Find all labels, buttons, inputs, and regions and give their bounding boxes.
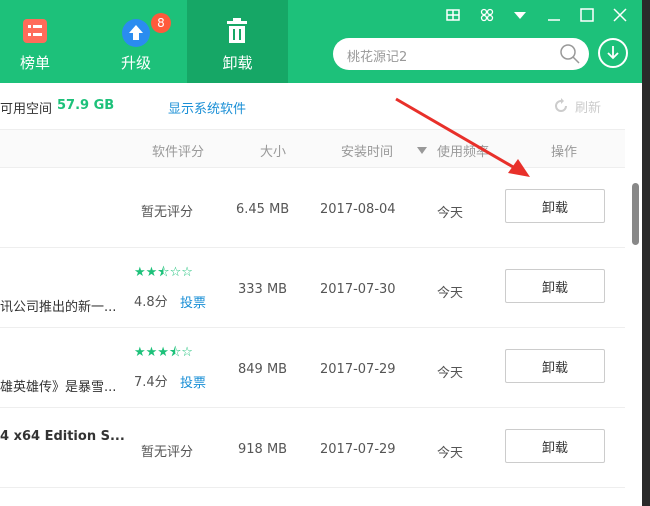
tab-uninstall[interactable]: 卸载 [187, 0, 288, 83]
install-date: 2017-07-30 [320, 282, 396, 297]
table-row: 雄英雄传》是暴雪... ★★★⯪☆ 7.4分 投票 849 MB 2017-07… [0, 327, 625, 408]
table-row: 4 x64 Edition S... 暂无评分 918 MB 2017-07-2… [0, 407, 625, 488]
uninstall-button[interactable]: 卸载 [505, 349, 605, 383]
refresh-label: 刷新 [575, 101, 602, 116]
minimize-icon[interactable] [547, 8, 561, 26]
search-icon[interactable] [559, 43, 581, 65]
install-date: 2017-07-29 [320, 362, 396, 377]
size-value: 849 MB [238, 362, 288, 377]
close-icon[interactable] [613, 8, 627, 26]
tab-uninstall-label: 卸载 [222, 54, 253, 72]
table-row: 讯公司推出的新一... ★★⯪☆☆ 4.8分 投票 333 MB 2017-07… [0, 247, 625, 328]
size-value: 6.45 MB [236, 202, 290, 217]
col-install-time[interactable]: 安装时间 [341, 141, 393, 160]
col-size[interactable]: 大小 [260, 141, 286, 160]
score-value: 7.4分 [134, 375, 168, 390]
space-value: 57.9 GB [57, 98, 115, 113]
tab-ranking[interactable]: 榜单 [0, 0, 70, 83]
refresh-icon [555, 98, 567, 112]
trash-icon [227, 18, 247, 43]
show-system-software-link[interactable]: 显示系统软件 [168, 98, 246, 117]
size-value: 333 MB [238, 282, 288, 297]
score-value: 4.8分 [134, 295, 168, 310]
uninstall-button[interactable]: 卸载 [505, 189, 605, 223]
download-manager-button[interactable] [598, 38, 628, 68]
info-bar: 可用空间 57.9 GB 显示系统软件 刷新 [0, 83, 642, 129]
search-box [333, 38, 589, 70]
top-bar: 榜单 8 升级 卸载 [0, 0, 642, 83]
star-rating: ★★⯪☆☆ [134, 265, 193, 280]
tab-upgrade-label: 升级 [120, 54, 151, 72]
search-input[interactable] [345, 44, 549, 66]
download-arrow-icon [607, 46, 619, 60]
space-label: 可用空间 [0, 102, 53, 117]
settings-icon[interactable] [480, 8, 494, 26]
menu-dropdown-icon[interactable] [513, 8, 527, 26]
usage-value: 今天 [437, 446, 464, 461]
maximize-icon[interactable] [580, 8, 594, 26]
upgrade-count-badge: 8 [151, 13, 171, 33]
rating-text: 暂无评分 [141, 205, 194, 220]
col-rating[interactable]: 软件评分 [152, 141, 204, 160]
install-date: 2017-08-04 [320, 202, 396, 217]
usage-value: 今天 [437, 366, 464, 381]
rating-text: 暂无评分 [141, 445, 194, 460]
vote-link[interactable]: 投票 [180, 372, 206, 391]
usage-value: 今天 [437, 206, 464, 221]
annotation-arrow [395, 97, 530, 177]
col-action: 操作 [551, 145, 578, 160]
vote-link[interactable]: 投票 [180, 292, 206, 311]
ranking-list-icon [23, 19, 47, 43]
uninstall-button[interactable]: 卸载 [505, 429, 605, 463]
tab-upgrade[interactable]: 8 升级 [101, 0, 171, 83]
desktop-edge [642, 0, 650, 506]
upgrade-arrow-icon [122, 19, 150, 47]
app-description: 讯公司推出的新一... [0, 300, 117, 315]
tab-ranking-label: 榜单 [19, 54, 50, 72]
scrollbar-thumb[interactable] [632, 183, 639, 245]
app-description: 雄英雄传》是暴雪... [0, 380, 117, 395]
usage-value: 今天 [437, 286, 464, 301]
app-name: 4 x64 Edition S... [0, 429, 125, 444]
install-date: 2017-07-29 [320, 442, 396, 457]
star-rating: ★★★⯪☆ [134, 345, 193, 360]
uninstall-button[interactable]: 卸载 [505, 269, 605, 303]
size-value: 918 MB [238, 442, 288, 457]
skin-icon[interactable] [446, 8, 460, 26]
